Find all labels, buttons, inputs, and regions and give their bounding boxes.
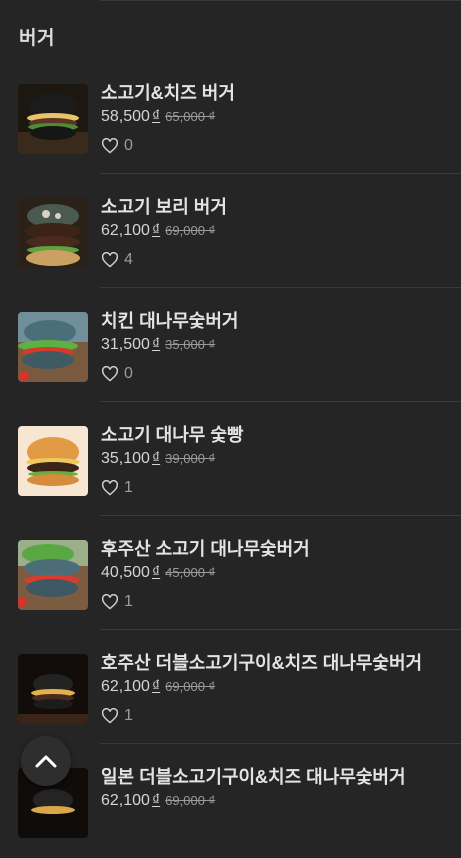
product-image[interactable]: [18, 426, 88, 496]
chevron-up-icon: [35, 755, 57, 768]
like-value: 1: [124, 593, 133, 610]
product-name[interactable]: 호주산 더블소고기구이&치즈 대나무숯버거: [101, 649, 422, 675]
product-name[interactable]: 소고기 대나무 숯빵: [101, 421, 243, 447]
like-value: 1: [124, 479, 133, 496]
like-value: 1: [124, 707, 133, 724]
currency-symbol: ₫: [151, 108, 161, 125]
scroll-to-top-button[interactable]: [21, 736, 71, 786]
product-item[interactable]: 소고기&치즈 버거 58,500 ₫ 65,000 ₫ 0: [0, 60, 461, 174]
product-item[interactable]: 후주산 소고기 대나무숯버거 40,500 ₫ 45,000 ₫ 1: [0, 516, 461, 630]
like-count[interactable]: 1: [101, 479, 133, 497]
product-item[interactable]: 소고기 보리 버거 62,100 ₫ 69,000 ₫ 4: [0, 174, 461, 288]
original-price: 39,000 ₫: [165, 451, 216, 466]
product-price: 40,500 ₫ 45,000 ₫: [101, 564, 215, 582]
product-name[interactable]: 일본 더블소고기구이&치즈 대나무숯버거: [101, 763, 406, 789]
like-value: 0: [124, 365, 133, 382]
product-item[interactable]: 치킨 대나무숯버거 31,500 ₫ 35,000 ₫ 0: [0, 288, 461, 402]
heart-icon[interactable]: [101, 480, 119, 496]
sale-price: 35,100: [101, 450, 150, 467]
sale-price: 40,500: [101, 564, 150, 581]
like-value: 0: [124, 137, 133, 154]
like-count[interactable]: 0: [101, 137, 133, 155]
original-price: 69,000 ₫: [165, 679, 216, 694]
sale-price: 58,500: [101, 108, 150, 125]
like-count[interactable]: 4: [101, 251, 133, 269]
product-price: 58,500 ₫ 65,000 ₫: [101, 108, 215, 126]
currency-symbol: ₫: [151, 222, 161, 239]
product-item[interactable]: 소고기 대나무 숯빵 35,100 ₫ 39,000 ₫ 1: [0, 402, 461, 516]
heart-icon[interactable]: [101, 708, 119, 724]
like-count[interactable]: 0: [101, 365, 133, 383]
currency-symbol: ₫: [151, 678, 161, 695]
heart-icon[interactable]: [101, 138, 119, 154]
product-price: 62,100 ₫ 69,000 ₫: [101, 222, 215, 240]
product-name[interactable]: 치킨 대나무숯버거: [101, 307, 238, 333]
original-price: 69,000 ₫: [165, 223, 216, 238]
product-price: 62,100 ₫ 69,000 ₫: [101, 678, 215, 696]
like-count[interactable]: 1: [101, 707, 133, 725]
like-value: 4: [124, 251, 133, 268]
currency-symbol: ₫: [151, 450, 161, 467]
sale-price: 31,500: [101, 336, 150, 353]
product-name[interactable]: 소고기 보리 버거: [101, 193, 227, 219]
product-price: 31,500 ₫ 35,000 ₫: [101, 336, 215, 354]
like-count[interactable]: 1: [101, 593, 133, 611]
product-list: 소고기&치즈 버거 58,500₫65,000 ₫ 0 소고기 보리 버거: [0, 60, 461, 858]
product-name[interactable]: 소고기&치즈 버거: [101, 79, 235, 105]
product-price: 62,100 ₫ 69,000 ₫: [101, 792, 215, 810]
original-price: 65,000 ₫: [165, 109, 216, 124]
product-image[interactable]: [18, 654, 88, 724]
product-item[interactable]: 호주산 더블소고기구이&치즈 대나무숯버거 62,100 ₫ 69,000 ₫ 1: [0, 630, 461, 744]
top-divider: [100, 0, 461, 1]
original-price: 69,000 ₫: [165, 793, 216, 808]
product-image[interactable]: [18, 84, 88, 154]
product-image[interactable]: [18, 312, 88, 382]
product-image[interactable]: [18, 198, 88, 268]
currency-symbol: ₫: [151, 792, 161, 809]
heart-icon[interactable]: [101, 366, 119, 382]
original-price: 45,000 ₫: [165, 565, 216, 580]
original-price: 35,000 ₫: [165, 337, 216, 352]
currency-symbol: ₫: [151, 564, 161, 581]
product-price: 35,100 ₫ 39,000 ₫: [101, 450, 215, 468]
sale-price: 62,100: [101, 792, 150, 809]
product-name[interactable]: 후주산 소고기 대나무숯버거: [101, 535, 310, 561]
sale-price: 62,100: [101, 222, 150, 239]
heart-icon[interactable]: [101, 252, 119, 268]
product-image[interactable]: [18, 540, 88, 610]
sale-price: 62,100: [101, 678, 150, 695]
currency-symbol: ₫: [151, 336, 161, 353]
section-title: 버거: [19, 28, 55, 49]
heart-icon[interactable]: [101, 594, 119, 610]
